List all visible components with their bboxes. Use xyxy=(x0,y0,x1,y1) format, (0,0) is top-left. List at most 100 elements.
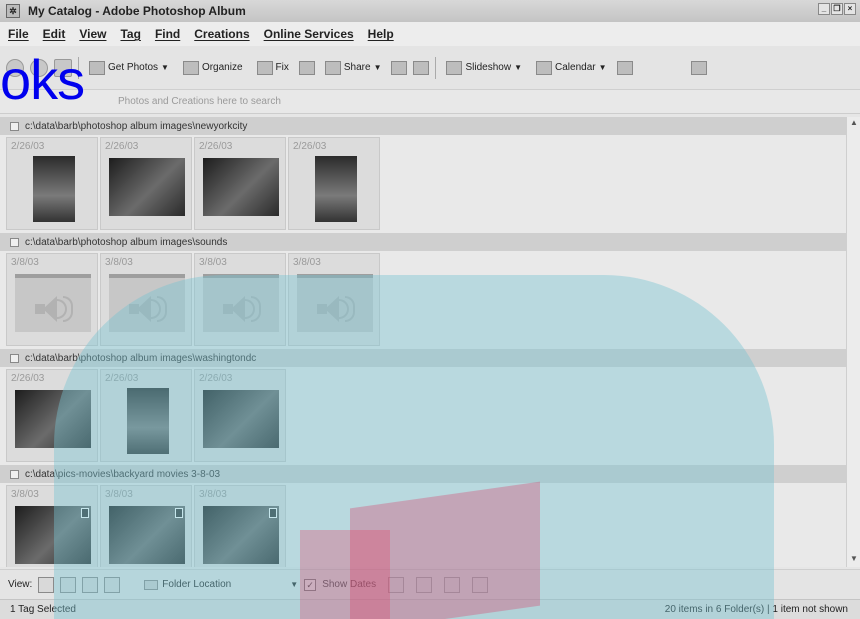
photo-image xyxy=(127,388,169,454)
find-bar[interactable]: Photos and Creations here to search xyxy=(0,90,860,114)
app-icon: ✲ xyxy=(6,4,20,18)
window-title: My Catalog - Adobe Photoshop Album xyxy=(28,4,246,18)
speaker-icon xyxy=(15,274,91,332)
thumbnail-date: 3/8/03 xyxy=(105,257,133,268)
medium-thumbnails-icon[interactable] xyxy=(60,576,77,593)
organize-button[interactable]: Organize xyxy=(179,59,247,77)
workspace-icon[interactable] xyxy=(690,60,707,75)
thumbnail-date: 2/26/03 xyxy=(105,141,139,152)
speaker-icon xyxy=(109,274,185,332)
thumbnail-date: 3/8/03 xyxy=(11,257,39,268)
document-icon[interactable] xyxy=(616,60,633,75)
scroll-up-icon[interactable]: ▲ xyxy=(848,118,860,130)
folder-expand-icon[interactable] xyxy=(10,121,19,131)
thumbnail[interactable]: 2/26/03 xyxy=(194,369,286,462)
printer-icon[interactable] xyxy=(413,60,430,75)
view-label: View: xyxy=(8,579,33,590)
photo-image xyxy=(33,156,75,222)
thumbnail[interactable]: 3/8/03 xyxy=(6,253,98,346)
thumbnail[interactable]: 2/26/03 xyxy=(6,369,98,462)
email-icon[interactable] xyxy=(391,60,408,75)
calendar-button[interactable]: Calendar ▼ xyxy=(532,59,611,77)
show-dates-checkbox[interactable]: ✓ xyxy=(304,578,317,591)
fix-button[interactable]: Fix xyxy=(253,59,293,77)
get-photos-label: Get Photos xyxy=(108,62,159,73)
photo-image xyxy=(109,158,185,216)
folder-icon xyxy=(144,579,159,590)
details-icon[interactable] xyxy=(388,576,405,593)
share-button[interactable]: Share ▼ xyxy=(321,59,386,77)
thumbnail-date: 2/26/03 xyxy=(293,141,327,152)
stack-icon[interactable] xyxy=(416,576,433,593)
thumbnail[interactable]: 2/26/03 xyxy=(100,137,192,230)
thumbnail[interactable]: 3/8/03 xyxy=(194,253,286,346)
thumbnail[interactable]: 2/26/03 xyxy=(194,137,286,230)
calendar-icon xyxy=(536,60,552,75)
arrangement-select[interactable]: Folder Location xyxy=(144,579,284,590)
folder-path: c:\data\barb\photoshop album images\soun… xyxy=(25,236,228,248)
menu-file[interactable]: File xyxy=(8,27,29,41)
thumbnail-date: 2/26/03 xyxy=(199,141,233,152)
folder-header[interactable]: c:\data\pics-movies\backyard movies 3-8-… xyxy=(0,465,846,483)
folder-expand-icon[interactable] xyxy=(10,237,19,247)
photo-image xyxy=(315,156,357,222)
thumbnail[interactable]: 3/8/03 xyxy=(100,485,192,567)
menu-tag[interactable]: Tag xyxy=(120,27,140,41)
thumbnail-date: 3/8/03 xyxy=(199,489,227,500)
small-thumbnails-icon[interactable] xyxy=(38,576,55,593)
folder-header[interactable]: c:\data\barb\photoshop album images\wash… xyxy=(0,349,846,367)
speaker-icon xyxy=(297,274,373,332)
folder-path: c:\data\barb\photoshop album images\wash… xyxy=(25,352,257,364)
menu-view[interactable]: View xyxy=(79,27,106,41)
thumbnail[interactable]: 3/8/03 xyxy=(6,485,98,567)
thumbnail[interactable]: 3/8/03 xyxy=(100,253,192,346)
thumbnail-date: 3/8/03 xyxy=(199,257,227,268)
minimize-icon[interactable]: _ xyxy=(818,3,830,15)
share-icon xyxy=(324,60,341,75)
thumbnail[interactable]: 2/26/03 xyxy=(288,137,380,230)
fix-icon xyxy=(256,60,273,75)
thumbnail-date: 2/26/03 xyxy=(105,373,139,384)
folder-header[interactable]: c:\data\barb\photoshop album images\newy… xyxy=(0,117,846,135)
print-preview-icon[interactable] xyxy=(298,60,315,75)
overlay-logo-text: oks xyxy=(0,48,85,111)
rotate-right-icon[interactable] xyxy=(472,576,489,593)
menu-creations[interactable]: Creations xyxy=(194,27,249,41)
chevron-down-icon: ▼ xyxy=(598,63,607,72)
menu-help[interactable]: Help xyxy=(368,27,394,41)
close-icon[interactable]: × xyxy=(844,3,856,15)
scroll-down-icon[interactable]: ▼ xyxy=(848,554,860,566)
photo-image xyxy=(15,390,91,448)
restore-icon[interactable]: ❐ xyxy=(831,3,843,15)
thumbnail[interactable]: 2/26/03 xyxy=(100,369,192,462)
organize-label: Organize xyxy=(201,62,243,73)
get-photos-button[interactable]: Get Photos ▼ xyxy=(85,59,173,77)
single-photo-icon[interactable] xyxy=(104,576,121,593)
menu-bar: File Edit View Tag Find Creations Online… xyxy=(0,22,860,46)
rotate-left-icon[interactable] xyxy=(444,576,461,593)
arrangement-value: Folder Location xyxy=(162,579,232,590)
photo-image xyxy=(203,158,279,216)
folder-expand-icon[interactable] xyxy=(10,353,19,363)
vertical-scrollbar[interactable]: ▲ ▼ xyxy=(846,117,860,567)
thumbnail[interactable]: 2/26/03 xyxy=(6,137,98,230)
chevron-down-icon: ▼ xyxy=(514,63,522,72)
menu-edit[interactable]: Edit xyxy=(43,27,66,41)
thumbnail[interactable]: 3/8/03 xyxy=(288,253,380,346)
large-thumbnails-icon[interactable] xyxy=(82,576,99,593)
chevron-down-icon[interactable]: ▼ xyxy=(290,580,298,589)
thumbnail-date: 3/8/03 xyxy=(293,257,321,268)
folder-header[interactable]: c:\data\barb\photoshop album images\soun… xyxy=(0,233,846,251)
folder-expand-icon[interactable] xyxy=(10,469,19,479)
thumbnail[interactable]: 3/8/03 xyxy=(194,485,286,567)
thumbnail-date: 2/26/03 xyxy=(11,373,45,384)
video-image xyxy=(109,506,185,564)
menu-online-services[interactable]: Online Services xyxy=(264,27,354,41)
video-badge-icon xyxy=(269,508,277,518)
options-bar: View: Folder Location ▼ ✓ Show Dates xyxy=(0,569,860,599)
menu-find[interactable]: Find xyxy=(155,27,180,41)
status-right: 20 items in 6 Folder(s) | 1 item not sho… xyxy=(664,604,848,615)
status-left: 1 Tag Selected xyxy=(10,604,76,615)
slideshow-button[interactable]: Slideshow ▼ xyxy=(442,59,526,77)
share-label: Share xyxy=(343,62,371,73)
